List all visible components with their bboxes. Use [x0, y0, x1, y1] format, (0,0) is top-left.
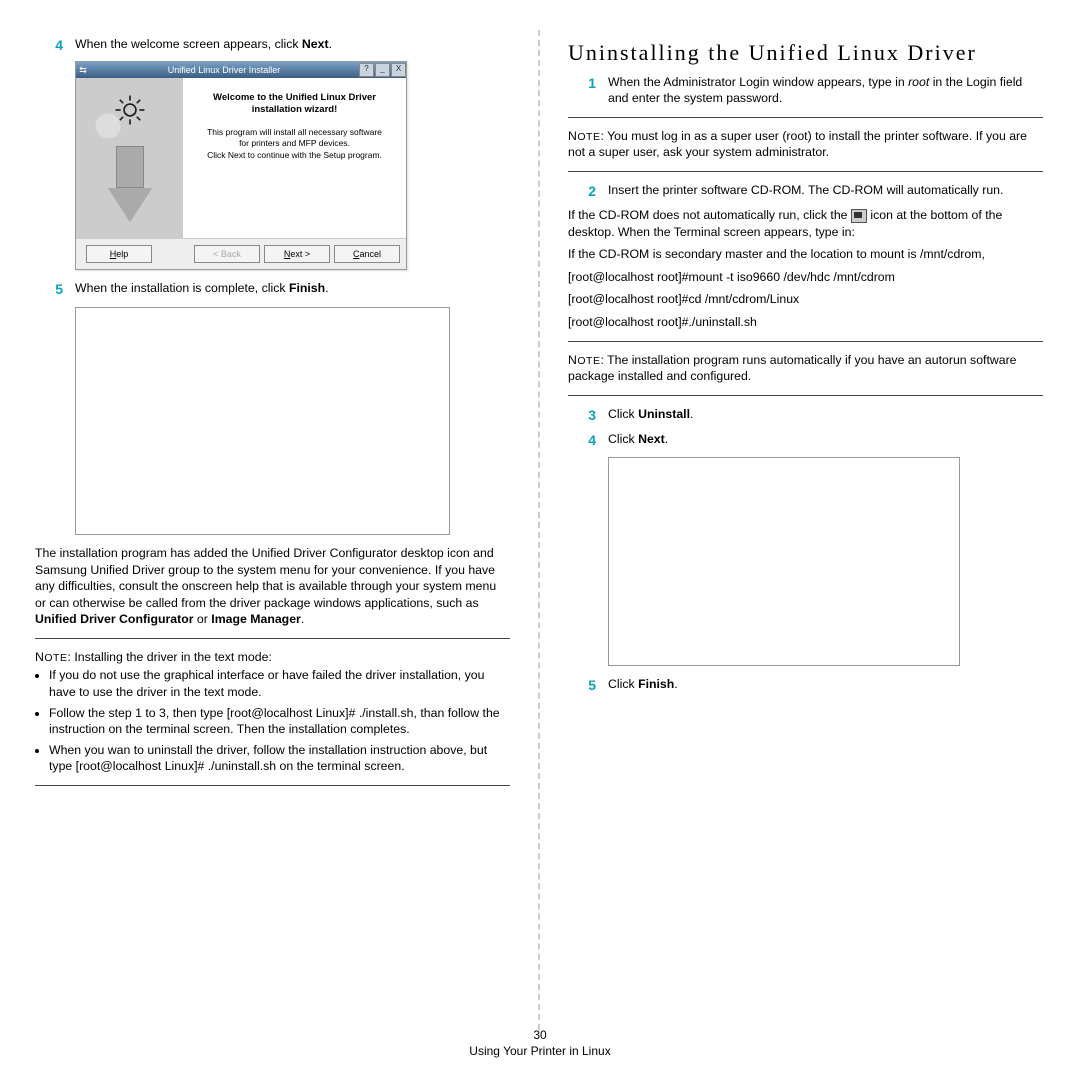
step-number: 2: [568, 182, 608, 201]
note-label: NOTE: [35, 650, 67, 664]
installer-content: Welcome to the Unified Linux Driver inst…: [183, 78, 406, 238]
wizard-title-line: installation wizard!: [252, 104, 338, 115]
titlebar-minimize-button[interactable]: _: [375, 63, 390, 77]
wizard-text-line: for printers and MFP devices.: [239, 138, 350, 148]
text: .: [325, 281, 328, 295]
text: or: [194, 612, 212, 626]
text: .: [674, 677, 677, 691]
titlebar-help-button[interactable]: ?: [359, 63, 374, 77]
step-text: When the welcome screen appears, click N…: [75, 36, 510, 55]
right-step-2: 2 Insert the printer software CD-ROM. Th…: [568, 182, 1043, 201]
titlebar-title: Unified Linux Driver Installer: [90, 64, 358, 76]
text: Click: [608, 432, 638, 446]
keyword: Next: [638, 432, 665, 446]
keyword: Finish: [638, 677, 674, 691]
installer-help-button[interactable]: Help: [86, 245, 152, 263]
keyword: Unified Driver Configurator: [35, 612, 194, 626]
right-step-5: 5 Click Finish.: [568, 676, 1043, 695]
wizard-text-line: This program will install all necessary …: [207, 127, 382, 137]
text: Click: [608, 677, 638, 691]
left-post-paragraph: The installation program has added the U…: [35, 545, 510, 628]
right-screenshot-placeholder: [608, 457, 960, 666]
text: .: [301, 612, 304, 626]
rule: [568, 395, 1043, 396]
page-footer: 30 Using Your Printer in Linux: [0, 1028, 1080, 1058]
section-title: Using Your Printer in Linux: [0, 1044, 1080, 1058]
command-line: [root@localhost root]#mount -t iso9660 /…: [568, 269, 1043, 286]
text: If the CD-ROM does not automatically run…: [568, 208, 851, 222]
right-step-3: 3 Click Uninstall.: [568, 406, 1043, 425]
rule: [35, 638, 510, 639]
step-number: 4: [568, 431, 608, 450]
wizard-title-line: Welcome to the Unified Linux Driver: [213, 92, 376, 103]
right-step-2-sub: If the CD-ROM does not automatically run…: [568, 207, 1043, 240]
rule: [568, 117, 1043, 118]
installer-titlebar: ⇆ Unified Linux Driver Installer ? _ X: [76, 62, 406, 78]
titlebar-close-button[interactable]: X: [391, 63, 406, 77]
text: Click: [608, 407, 638, 421]
step-number: 4: [35, 36, 75, 55]
right-note-2: NOTE: The installation program runs auto…: [568, 352, 1043, 385]
right-step-1: 1 When the Administrator Login window ap…: [568, 74, 1043, 107]
sun-icon: [113, 93, 147, 127]
text: .: [329, 37, 332, 51]
left-step-4: 4 When the welcome screen appears, click…: [35, 36, 510, 55]
note-text: : You must log in as a super user (root)…: [568, 129, 1027, 160]
left-step-5: 5 When the installation is complete, cli…: [35, 280, 510, 299]
uninstall-heading: Uninstalling the Unified Linux Driver: [568, 38, 1043, 68]
rule: [568, 171, 1043, 172]
left-screenshot-placeholder: [75, 307, 450, 535]
note-bullet: When you wan to uninstall the driver, fo…: [49, 742, 510, 775]
installer-back-button[interactable]: < Back: [194, 245, 260, 263]
text: .: [690, 407, 693, 421]
command-line: [root@localhost root]#./uninstall.sh: [568, 314, 1043, 331]
keyword: Image Manager: [211, 612, 301, 626]
rule: [568, 341, 1043, 342]
step-number: 5: [35, 280, 75, 299]
step-text: Click Finish.: [608, 676, 1043, 695]
column-divider: [538, 30, 540, 1030]
step-text: Insert the printer software CD-ROM. The …: [608, 182, 1043, 201]
wizard-text-line: Click Next to continue with the Setup pr…: [207, 150, 382, 160]
right-step-2-sub: If the CD-ROM is secondary master and th…: [568, 246, 1043, 263]
page-number: 30: [0, 1028, 1080, 1042]
note-label: NOTE: [568, 129, 600, 143]
left-note: NOTE: Installing the driver in the text …: [35, 649, 510, 775]
text: .: [665, 432, 668, 446]
note-bullet: If you do not use the graphical interfac…: [49, 667, 510, 700]
step-text: When the Administrator Login window appe…: [608, 74, 1043, 107]
rule: [35, 785, 510, 786]
right-note-1: NOTE: You must log in as a super user (r…: [568, 128, 1043, 161]
command-line: [root@localhost root]#cd /mnt/cdrom/Linu…: [568, 291, 1043, 308]
installer-window: ⇆ Unified Linux Driver Installer ? _ X: [75, 61, 407, 270]
keyword-finish: Finish: [289, 281, 325, 295]
keyword: Uninstall: [638, 407, 690, 421]
step-number: 5: [568, 676, 608, 695]
text: When the welcome screen appears, click: [75, 37, 302, 51]
text: When the installation is complete, click: [75, 281, 289, 295]
terminal-icon: [851, 209, 867, 223]
text: When the Administrator Login window appe…: [608, 75, 908, 89]
titlebar-app-icon: ⇆: [76, 64, 90, 76]
installer-next-button[interactable]: Next >: [264, 245, 330, 263]
step-text: Click Next.: [608, 431, 1043, 450]
step-text: When the installation is complete, click…: [75, 280, 510, 299]
installer-sidebar-graphic: [76, 78, 183, 238]
note-intro: : Installing the driver in the text mode…: [67, 650, 271, 664]
installer-cancel-button[interactable]: Cancel: [334, 245, 400, 263]
keyword-root: root: [908, 75, 929, 89]
step-number: 1: [568, 74, 608, 107]
step-number: 3: [568, 406, 608, 425]
step-text: Click Uninstall.: [608, 406, 1043, 425]
right-step-4: 4 Click Next.: [568, 431, 1043, 450]
note-bullet: Follow the step 1 to 3, then type [root@…: [49, 705, 510, 738]
note-text: : The installation program runs automati…: [568, 353, 1017, 384]
arrow-down-icon: [108, 146, 152, 222]
note-label: NOTE: [568, 353, 600, 367]
text: The installation program has added the U…: [35, 546, 496, 610]
keyword-next: Next: [302, 37, 329, 51]
